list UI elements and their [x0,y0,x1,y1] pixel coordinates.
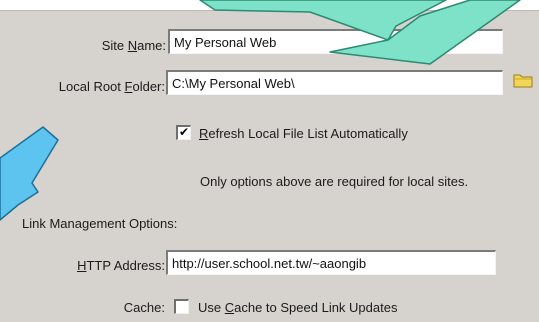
callout-arrow-blue [0,126,59,221]
site-definition-dialog: Site Name: My Personal Web Local Root Fo… [0,0,539,322]
